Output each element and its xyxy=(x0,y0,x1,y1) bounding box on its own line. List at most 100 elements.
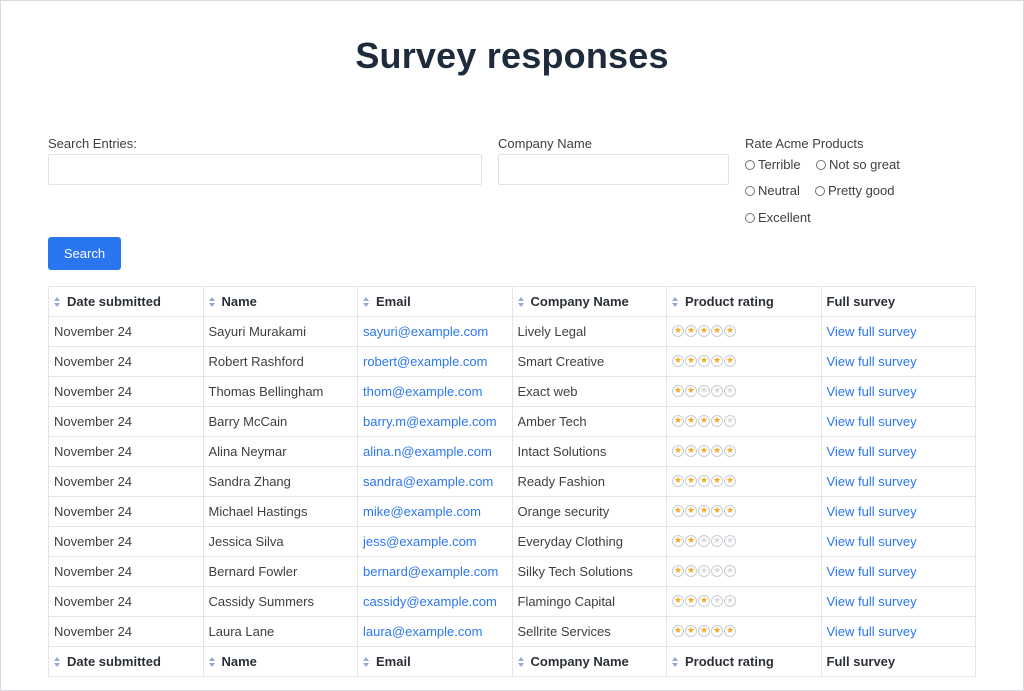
column-header-email[interactable]: Email xyxy=(357,646,513,677)
view-full-survey-link[interactable]: View full survey xyxy=(827,384,917,399)
sort-icon[interactable] xyxy=(54,657,61,667)
cell-name: Barry McCain xyxy=(202,406,358,437)
view-full-survey-link[interactable]: View full survey xyxy=(827,564,917,579)
column-header-email[interactable]: Email xyxy=(357,286,513,317)
view-full-survey-link[interactable]: View full survey xyxy=(827,444,917,459)
column-header-date-submitted[interactable]: Date submitted xyxy=(48,286,204,317)
column-header-product-rating[interactable]: Product rating xyxy=(666,286,822,317)
radio-label: Not so great xyxy=(829,157,900,172)
view-full-survey-link[interactable]: View full survey xyxy=(827,504,917,519)
column-header-company-name[interactable]: Company Name xyxy=(511,646,667,677)
radio-excellent[interactable]: Excellent xyxy=(745,210,811,225)
star-filled-icon: ★ xyxy=(672,384,684,397)
cell-company-text: Flamingo Capital xyxy=(517,594,616,609)
email-link[interactable]: thom@example.com xyxy=(363,384,482,399)
star-filled-icon: ★ xyxy=(672,594,684,607)
cell-company: Amber Tech xyxy=(511,406,667,437)
radio-label: Neutral xyxy=(758,183,800,198)
rate-acme-products-label: Rate Acme Products xyxy=(745,136,864,151)
sort-icon[interactable] xyxy=(208,657,216,667)
column-header-date-submitted[interactable]: Date submitted xyxy=(48,646,204,677)
radio-icon[interactable] xyxy=(815,185,825,196)
star-filled-icon: ★ xyxy=(685,564,697,577)
cell-company: Lively Legal xyxy=(511,316,667,347)
page-title: Survey responses xyxy=(355,35,669,76)
email-link[interactable]: cassidy@example.com xyxy=(363,594,497,609)
column-header-label: Full survey xyxy=(826,654,896,669)
cell-company-text: Orange security xyxy=(517,504,610,519)
view-full-survey-link[interactable]: View full survey xyxy=(827,624,917,639)
radio-label: Pretty good xyxy=(828,183,895,198)
radio-terrible[interactable]: Terrible xyxy=(745,157,801,172)
radio-icon[interactable] xyxy=(745,212,755,223)
radio-icon[interactable] xyxy=(745,159,755,170)
email-link[interactable]: sayuri@example.com xyxy=(363,324,488,339)
table-row: November 24 Jessica Silva jess@example.com… xyxy=(48,526,976,557)
star-filled-icon: ★ xyxy=(685,474,697,487)
column-header-product-rating[interactable]: Product rating xyxy=(666,646,822,677)
cell-full-survey: View full survey xyxy=(820,376,976,407)
sort-icon[interactable] xyxy=(672,297,679,307)
column-header-name[interactable]: Name xyxy=(202,286,358,317)
email-link[interactable]: laura@example.com xyxy=(363,624,482,639)
view-full-survey-link[interactable]: View full survey xyxy=(827,414,917,429)
sort-icon[interactable] xyxy=(672,657,679,667)
radio-icon[interactable] xyxy=(816,159,826,170)
cell-name-text: Thomas Bellingham xyxy=(208,384,324,399)
column-header-company-name[interactable]: Company Name xyxy=(511,286,667,317)
radio-icon[interactable] xyxy=(745,185,755,196)
sort-icon[interactable] xyxy=(54,297,61,307)
radio-not-so-great[interactable]: Not so great xyxy=(816,157,900,172)
email-link[interactable]: barry.m@example.com xyxy=(363,414,497,429)
cell-name-text: Sandra Zhang xyxy=(208,474,291,489)
cell-company: Silky Tech Solutions xyxy=(511,556,667,587)
email-link[interactable]: jess@example.com xyxy=(363,534,477,549)
sort-icon[interactable] xyxy=(208,297,216,307)
column-header-label: Email xyxy=(376,654,411,669)
email-link[interactable]: sandra@example.com xyxy=(363,474,493,489)
star-empty-icon: ★ xyxy=(724,564,736,577)
cell-full-survey: View full survey xyxy=(820,616,976,647)
view-full-survey-link[interactable]: View full survey xyxy=(827,474,917,489)
cell-date: November 24 xyxy=(48,496,204,527)
view-full-survey-link[interactable]: View full survey xyxy=(827,594,917,609)
star-filled-icon: ★ xyxy=(698,594,710,607)
column-header-name[interactable]: Name xyxy=(202,646,358,677)
search-entries-input[interactable] xyxy=(48,154,482,185)
search-button[interactable]: Search xyxy=(48,237,121,270)
view-full-survey-link[interactable]: View full survey xyxy=(827,354,917,369)
sort-icon[interactable] xyxy=(517,657,525,667)
email-link[interactable]: alina.n@example.com xyxy=(363,444,492,459)
radio-neutral[interactable]: Neutral xyxy=(745,183,800,198)
email-link[interactable]: robert@example.com xyxy=(363,354,487,369)
table-row: November 24 Barry McCain barry.m@example.c… xyxy=(48,406,976,437)
cell-date-text: November 24 xyxy=(54,564,133,579)
sort-icon[interactable] xyxy=(363,297,370,307)
cell-email: cassidy@example.com xyxy=(357,586,513,617)
cell-full-survey: View full survey xyxy=(820,556,976,587)
star-empty-icon: ★ xyxy=(711,534,723,547)
view-full-survey-link[interactable]: View full survey xyxy=(827,324,917,339)
radio-pretty-good[interactable]: Pretty good xyxy=(815,183,895,198)
star-filled-icon: ★ xyxy=(698,414,710,427)
cell-email: thom@example.com xyxy=(357,376,513,407)
star-rating: ★ ★ ★ ★ ★ xyxy=(672,414,736,427)
star-filled-icon: ★ xyxy=(698,504,710,517)
sort-icon[interactable] xyxy=(517,297,525,307)
star-empty-icon: ★ xyxy=(698,534,710,547)
email-link[interactable]: mike@example.com xyxy=(363,504,481,519)
email-link[interactable]: bernard@example.com xyxy=(363,564,498,579)
cell-date: November 24 xyxy=(48,586,204,617)
cell-name-text: Robert Rashford xyxy=(208,354,304,369)
cell-date-text: November 24 xyxy=(54,324,133,339)
star-rating: ★ ★ ★ ★ ★ xyxy=(672,324,736,337)
view-full-survey-link[interactable]: View full survey xyxy=(827,534,917,549)
cell-full-survey: View full survey xyxy=(820,316,976,347)
cell-name-text: Jessica Silva xyxy=(208,534,284,549)
cell-name-text: Barry McCain xyxy=(208,414,288,429)
company-name-input[interactable] xyxy=(498,154,729,185)
star-filled-icon: ★ xyxy=(724,504,736,517)
column-header-label: Product rating xyxy=(685,294,774,309)
sort-icon[interactable] xyxy=(363,657,370,667)
column-header-label: Company Name xyxy=(530,654,629,669)
